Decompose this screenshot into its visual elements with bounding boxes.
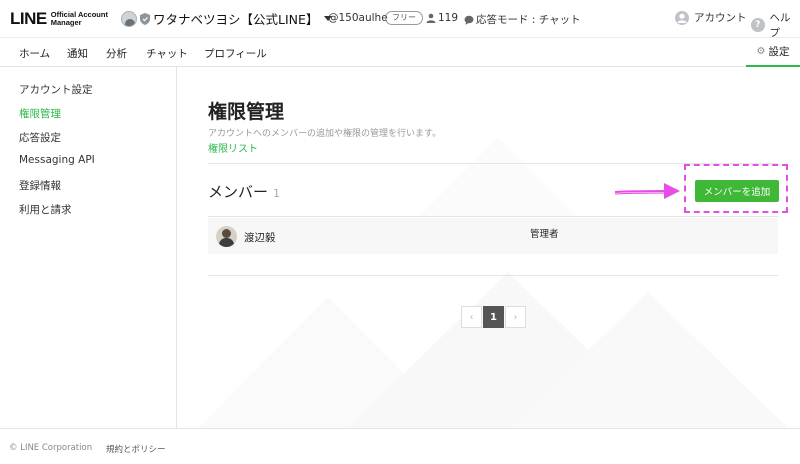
prev-page-button[interactable]: ‹ (461, 306, 482, 328)
plan-badge: フリー (385, 11, 423, 25)
tab-notifications[interactable]: 通知 (67, 46, 88, 61)
footer: © LINE Corporation 規約とポリシー (0, 428, 800, 464)
logo-main-text: LINE (10, 9, 47, 28)
friend-count-value: 119 (438, 12, 459, 24)
logo-sub-text: Official Account Manager (50, 10, 108, 27)
members-title: メンバー (208, 183, 269, 201)
main-content: 権限管理 アカウントへのメンバーの追加や権限の管理を行います。 権限リスト メン… (178, 67, 800, 428)
tab-profile[interactable]: プロフィール (204, 46, 267, 61)
account-name: ワタナベツヨシ【公式LINE】 (153, 12, 319, 27)
tab-settings[interactable]: ⚙ 設定 (746, 38, 800, 67)
pagination: ‹ 1 › (461, 306, 526, 328)
settings-sidebar: アカウント設定 権限管理 応答設定 Messaging API 登録情報 利用と… (0, 67, 177, 428)
main-nav: ホーム 通知 分析 チャット プロフィール (0, 38, 800, 67)
sidebar-item-account-settings[interactable]: アカウント設定 (19, 82, 93, 97)
avatar (216, 226, 237, 247)
sidebar-item-messaging-api[interactable]: Messaging API (19, 154, 95, 166)
sidebar-item-permissions[interactable]: 権限管理 (19, 106, 61, 121)
account-avatar (121, 10, 137, 27)
sidebar-item-response-settings[interactable]: 応答設定 (19, 130, 61, 145)
account-link-label: アカウント (694, 12, 747, 24)
shield-icon (140, 12, 150, 25)
help-menu[interactable]: ? ヘルプ (751, 10, 800, 40)
divider (208, 216, 778, 217)
page-description: アカウントへのメンバーの追加や権限の管理を行います。 (208, 129, 442, 139)
tab-settings-label: 設定 (768, 46, 790, 58)
user-circle-icon (675, 10, 689, 25)
tab-home[interactable]: ホーム (19, 46, 50, 61)
gear-icon: ⚙ (756, 46, 766, 57)
page-title: 権限管理 (208, 101, 285, 123)
members-count: 1 (273, 187, 281, 200)
arrow-right-icon (614, 183, 680, 199)
response-mode[interactable]: 応答モード : チャット (464, 12, 581, 27)
sidebar-item-registration-info[interactable]: 登録情報 (19, 178, 61, 193)
policy-link[interactable]: 規約とポリシー (106, 443, 166, 455)
next-page-button[interactable]: › (505, 306, 526, 328)
account-id: @150aulhe (328, 12, 388, 24)
person-icon (426, 13, 436, 23)
copyright: © LINE Corporation (9, 443, 93, 453)
member-row[interactable]: 渡辺毅 管理者 (208, 218, 778, 254)
member-role: 管理者 (530, 229, 559, 240)
permission-list-link[interactable]: 権限リスト (208, 140, 258, 155)
account-switcher[interactable]: ワタナベツヨシ【公式LINE】 (121, 9, 333, 28)
divider (208, 275, 778, 276)
tab-chat[interactable]: チャット (146, 46, 188, 61)
help-icon: ? (751, 18, 765, 32)
help-link-label: ヘルプ (769, 12, 791, 39)
members-heading: メンバー 1 (208, 181, 280, 202)
tab-analytics[interactable]: 分析 (106, 46, 127, 61)
account-menu[interactable]: アカウント (675, 10, 747, 25)
friend-count: 119 (426, 12, 458, 24)
sidebar-item-usage-billing[interactable]: 利用と請求 (19, 202, 72, 217)
response-mode-label: 応答モード : チャット (476, 14, 581, 26)
line-oa-logo[interactable]: LINE Official Account Manager (10, 9, 113, 29)
chat-bubble-icon (464, 15, 474, 25)
top-header: LINE Official Account Manager ワタナベツヨシ【公式… (0, 0, 800, 40)
add-member-button[interactable]: メンバーを追加 (695, 180, 779, 202)
member-name: 渡辺毅 (244, 232, 276, 244)
page-1-button[interactable]: 1 (483, 306, 504, 328)
